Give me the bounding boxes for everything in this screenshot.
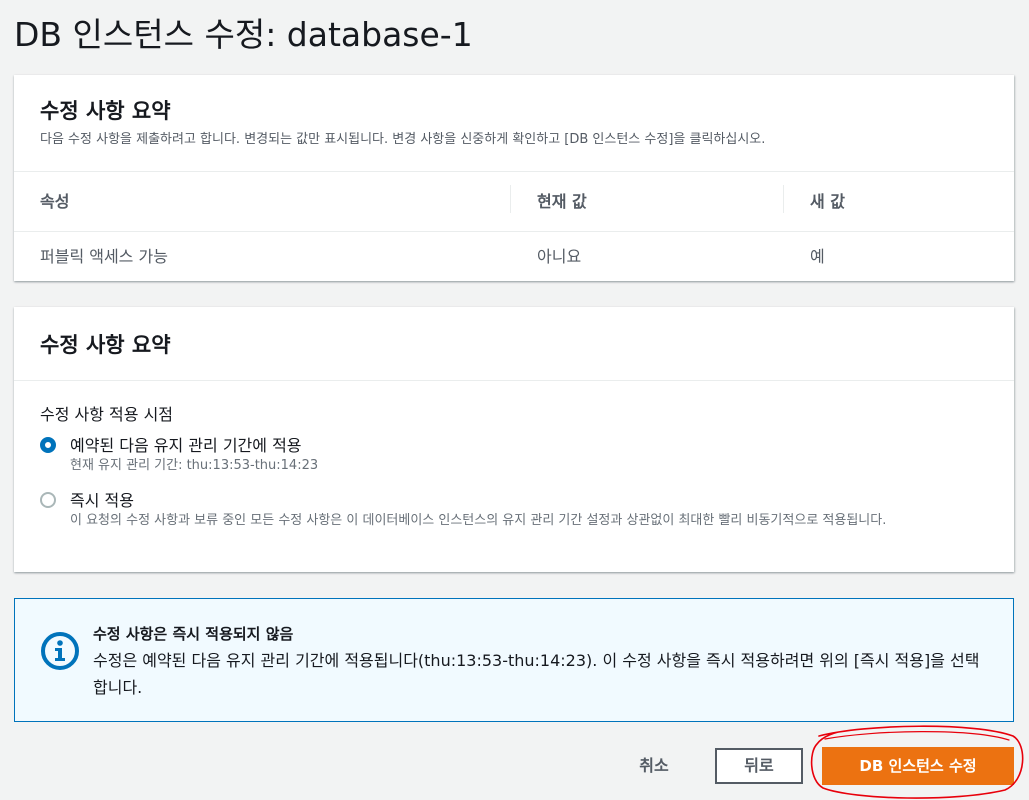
cell-new: 예 <box>810 247 825 266</box>
column-header-attribute: 속성 <box>40 192 70 211</box>
schedule-title: 수정 사항 요약 <box>40 333 171 357</box>
column-header-new: 새 값 <box>810 192 846 211</box>
page-title: DB 인스턴스 수정: database-1 <box>14 15 473 54</box>
option-label[interactable]: 예약된 다음 유지 관리 기간에 적용 <box>70 432 302 456</box>
back-button[interactable]: 뒤로 <box>715 748 803 784</box>
column-separator <box>510 185 511 213</box>
divider <box>14 380 1014 381</box>
summary-description: 다음 수정 사항을 제출하려고 합니다. 변경되는 값만 표시됩니다. 변경 사… <box>40 132 766 147</box>
column-separator <box>783 185 784 213</box>
modify-db-instance-button[interactable]: DB 인스턴스 수정 <box>822 747 1014 785</box>
radio-next-maintenance[interactable] <box>40 437 56 453</box>
schedule-field-label: 수정 사항 적용 시점 <box>40 405 174 424</box>
radio-immediate[interactable] <box>40 492 56 508</box>
schedule-panel: 수정 사항 요약 수정 사항 적용 시점 예약된 다음 유지 관리 기간에 적용… <box>14 307 1014 572</box>
alert-body: 수정은 예약된 다음 유지 관리 기간에 적용됩니다(thu:13:53-thu… <box>93 651 980 697</box>
summary-panel: 수정 사항 요약 다음 수정 사항을 제출하려고 합니다. 변경되는 값만 표시… <box>14 75 1014 281</box>
cell-attribute: 퍼블릭 액세스 가능 <box>40 247 168 266</box>
info-alert: 수정 사항은 즉시 적용되지 않음 수정은 예약된 다음 유지 관리 기간에 적… <box>14 598 1014 722</box>
cancel-button[interactable]: 취소 <box>624 748 684 784</box>
divider <box>14 231 1014 232</box>
summary-title: 수정 사항 요약 <box>40 99 171 123</box>
cell-current: 아니요 <box>537 247 582 266</box>
column-header-current: 현재 값 <box>537 192 587 211</box>
option-description: 현재 유지 관리 기간: thu:13:53-thu:14:23 <box>70 458 319 473</box>
divider <box>14 171 1014 172</box>
alert-title: 수정 사항은 즉시 적용되지 않음 <box>93 625 294 643</box>
option-description: 이 요청의 수정 사항과 보류 중인 모든 수정 사항은 이 데이터베이스 인스… <box>70 513 887 528</box>
option-label[interactable]: 즉시 적용 <box>70 487 134 511</box>
info-icon <box>41 632 79 670</box>
